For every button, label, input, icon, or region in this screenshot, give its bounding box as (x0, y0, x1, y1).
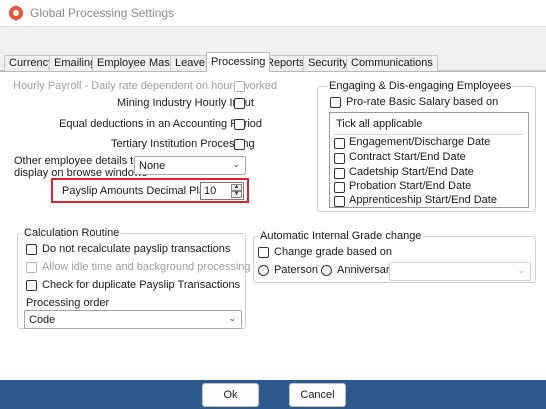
chevron-down-icon: ⌄ (517, 265, 525, 275)
hourly-payroll-checkbox[interactable] (234, 81, 245, 92)
engagement-discharge-label: Engagement/Discharge Date (349, 136, 491, 148)
spin-up-icon[interactable]: ▲ (231, 184, 242, 191)
idle-time-checkbox[interactable] (26, 262, 37, 273)
tab-processing[interactable]: Processing (206, 52, 271, 72)
list-divider (334, 134, 524, 135)
apprenticeship-checkbox[interactable] (334, 196, 345, 207)
duplicate-check-checkbox[interactable] (26, 280, 37, 291)
dialog-footer (0, 380, 546, 409)
anniversary-label: Anniversary (337, 264, 396, 276)
decimal-places-value: 10 (204, 185, 217, 197)
spin-down-icon[interactable]: ▼ (231, 191, 242, 198)
cadetship-checkbox[interactable] (334, 168, 345, 179)
chevron-down-icon: ⌄ (228, 313, 236, 323)
do-not-recalc-checkbox[interactable] (26, 244, 37, 255)
paterson-label: Paterson (274, 264, 319, 276)
decimal-places-spinner[interactable]: 10 ▲ ▼ (200, 182, 244, 200)
prorate-label: Pro-rate Basic Salary based on (346, 96, 499, 108)
processing-order-select[interactable]: Code ⌄ (24, 310, 242, 329)
probation-label: Probation Start/End Date (349, 180, 472, 192)
cancel-button[interactable]: Cancel (289, 383, 346, 407)
engagement-discharge-checkbox[interactable] (334, 138, 345, 149)
ok-button[interactable]: Ok (202, 383, 259, 407)
cadetship-label: Cadetship Start/End Date (349, 166, 474, 178)
processing-order-value: Code (29, 314, 56, 326)
other-details-label-line1: Other employee details to (14, 155, 140, 167)
tertiary-checkbox[interactable] (234, 139, 245, 150)
other-details-value: None (139, 160, 166, 172)
duplicate-check-label: Check for duplicate Payslip Transactions (42, 279, 241, 291)
paterson-radio[interactable] (258, 265, 269, 276)
prorate-checkbox[interactable] (330, 97, 341, 108)
decimal-places-label: Payslip Amounts Decimal Places (62, 185, 223, 197)
grade-change-title: Automatic Internal Grade change (258, 230, 424, 242)
equal-deductions-checkbox[interactable] (234, 119, 245, 130)
probation-checkbox[interactable] (334, 182, 345, 193)
mining-checkbox[interactable] (234, 98, 245, 109)
tick-all-label: Tick all applicable (336, 118, 423, 130)
engaging-options-list: Tick all applicable Engagement/Discharge… (329, 112, 529, 208)
engaging-title: Engaging & Dis-engaging Employees (327, 80, 514, 92)
anniversary-radio[interactable] (321, 265, 332, 276)
title-bar: Global Processing Settings (0, 0, 546, 27)
processing-order-label: Processing order (26, 297, 110, 309)
window-title: Global Processing Settings (30, 6, 175, 20)
calculation-routine-title: Calculation Routine (22, 227, 122, 239)
idle-time-label: Allow idle time and background processin… (42, 261, 251, 273)
equal-deductions-label: Equal deductions in an Accounting Period (59, 118, 263, 130)
do-not-recalc-label: Do not recalculate payslip transactions (42, 243, 231, 255)
change-grade-checkbox[interactable] (258, 247, 269, 258)
other-details-select[interactable]: None ⌄ (134, 156, 246, 175)
gear-settings-icon (9, 5, 23, 21)
tab-communications[interactable]: Communications (346, 55, 438, 71)
anniversary-select[interactable]: ⌄ (389, 262, 531, 281)
contract-checkbox[interactable] (334, 153, 345, 164)
tab-leave[interactable]: Leave (170, 55, 210, 71)
contract-label: Contract Start/End Date (349, 151, 466, 163)
chevron-down-icon: ⌄ (232, 159, 240, 169)
change-grade-label: Change grade based on (274, 246, 393, 258)
apprenticeship-label: Apprenticeship Start/End Date (349, 194, 497, 206)
